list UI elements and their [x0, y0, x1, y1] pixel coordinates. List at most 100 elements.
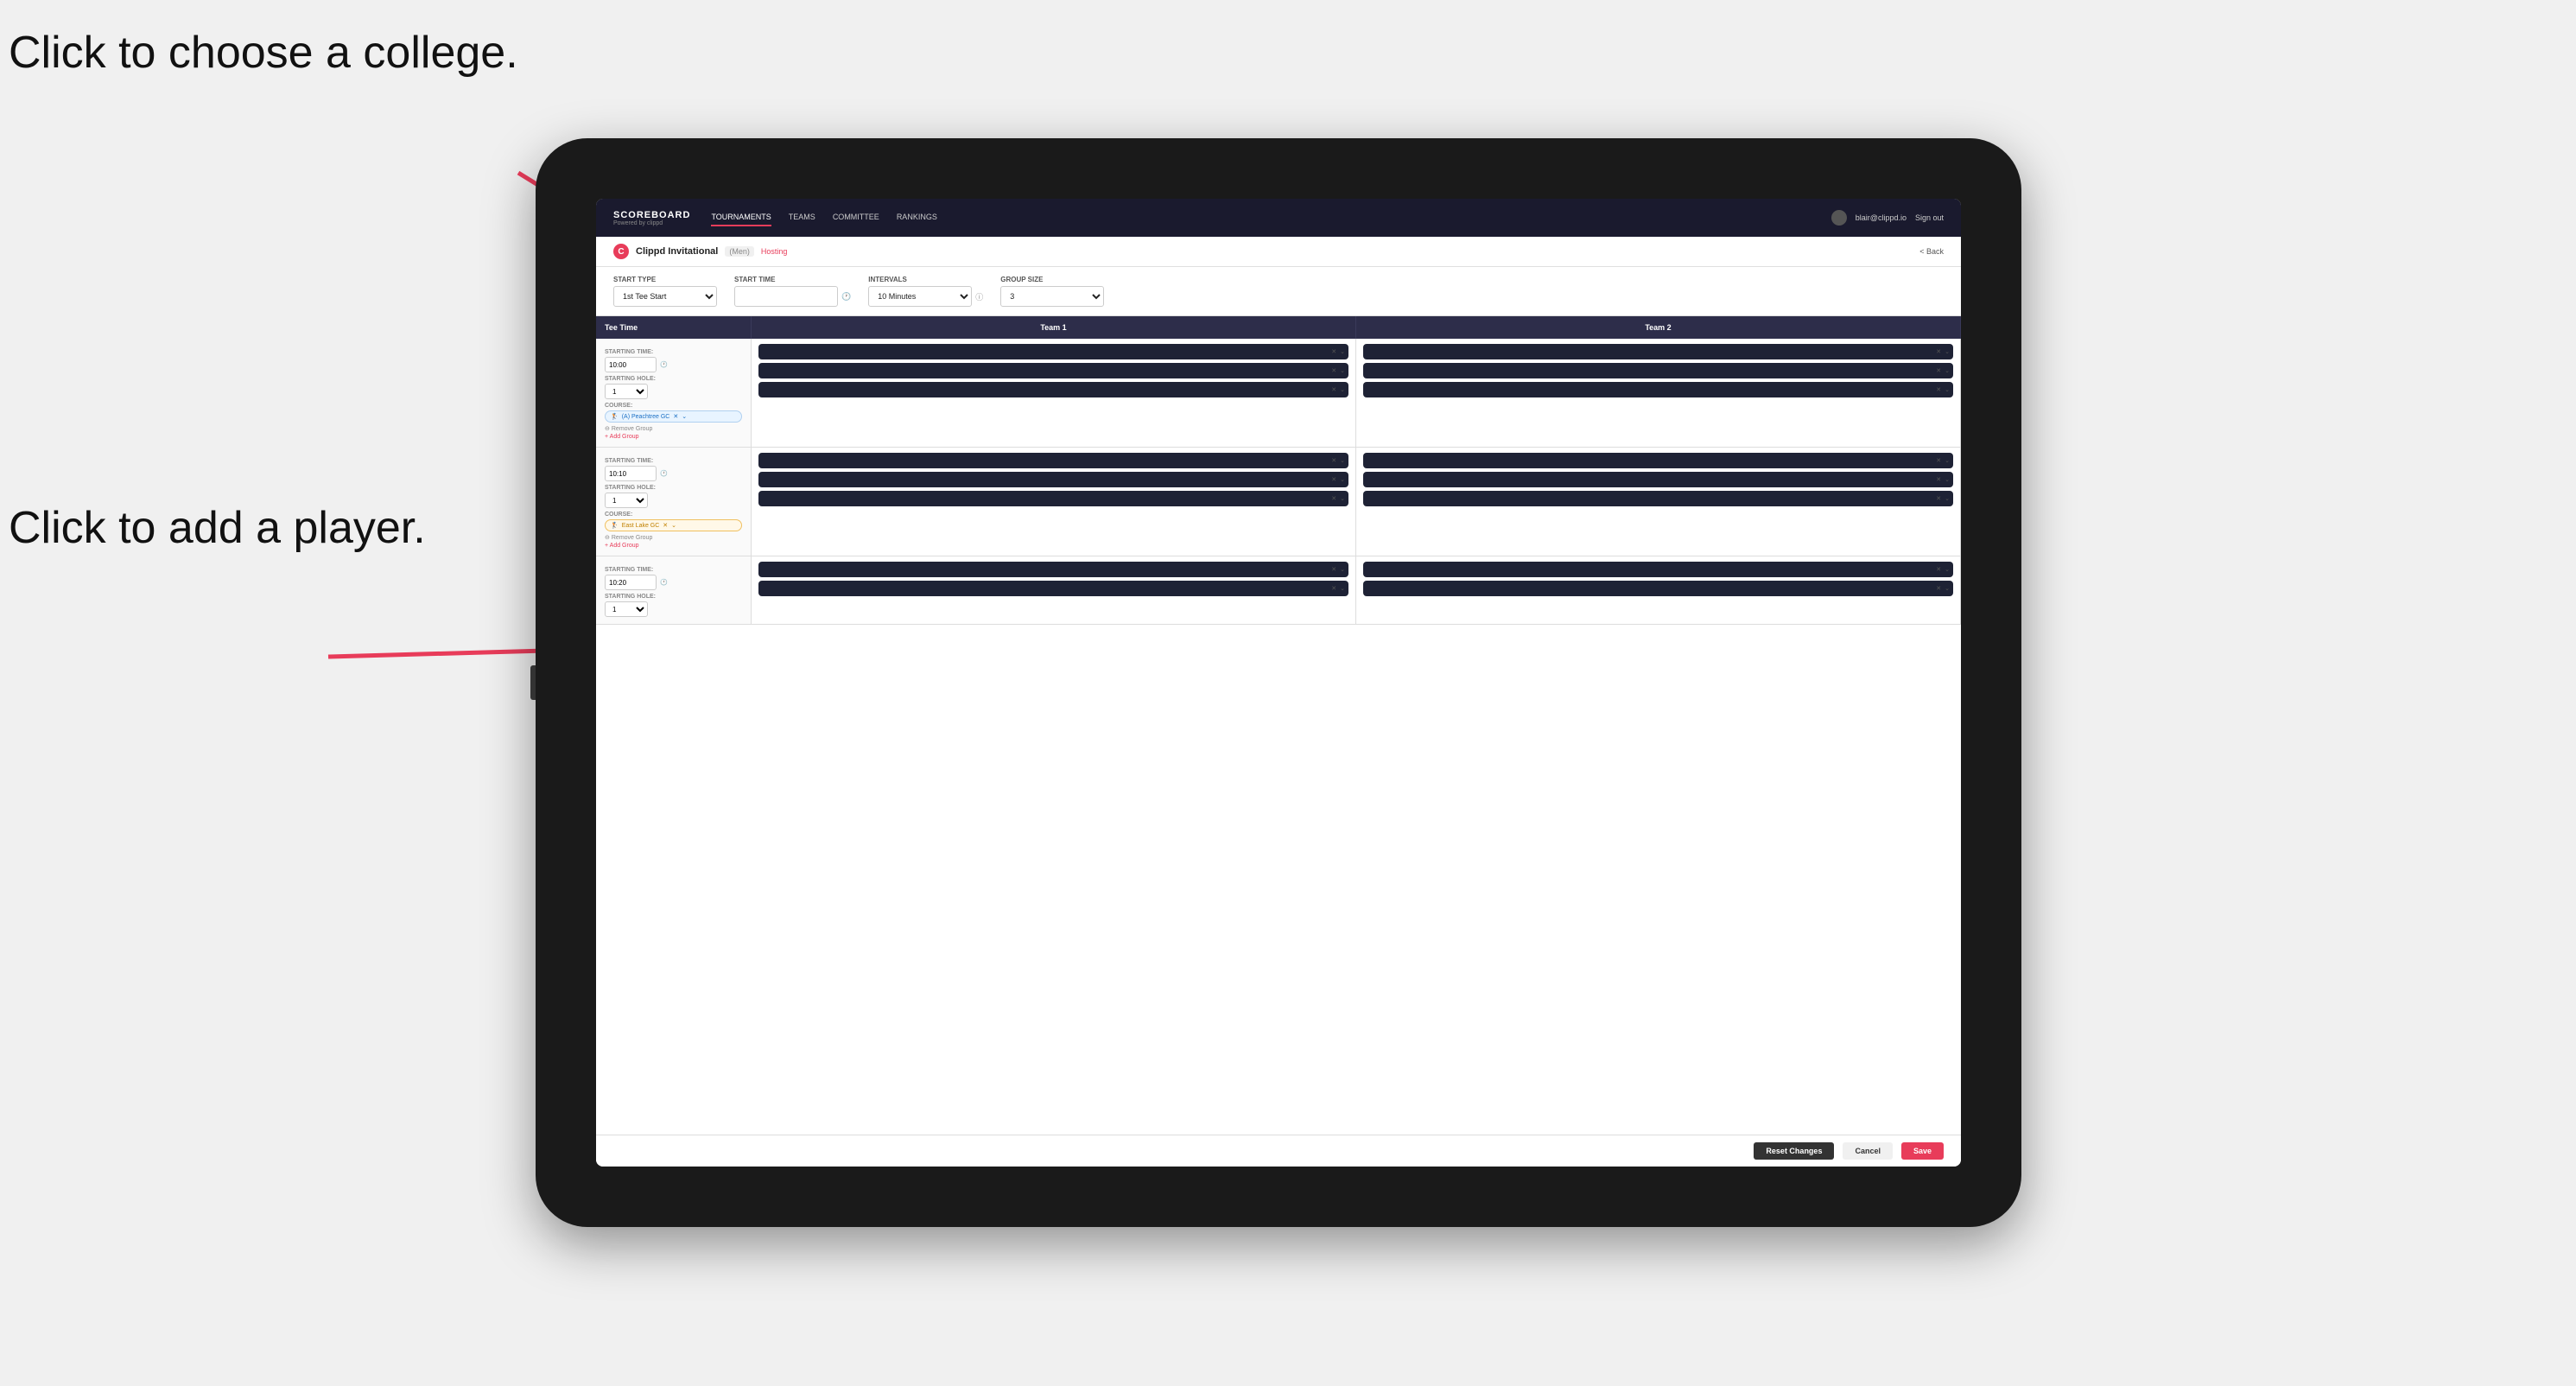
course-label-1: COURSE:: [605, 403, 742, 409]
player-slot-6-2[interactable]: ✕ ⌄: [1363, 581, 1953, 596]
x-icon-1-1[interactable]: ✕: [1331, 348, 1336, 355]
player-slot-4-1[interactable]: ✕ ⌄: [1363, 453, 1953, 468]
chevron-icon-2-2[interactable]: ⌄: [1945, 367, 1950, 374]
course-tag-remove-1[interactable]: ✕: [673, 413, 678, 420]
chevron-icon-3-2[interactable]: ⌄: [1340, 476, 1345, 483]
settings-row: Start Type 1st Tee Start Start Time 10:0…: [596, 267, 1961, 316]
chevron-icon-6-2[interactable]: ⌄: [1945, 585, 1950, 592]
player-slot-5-2[interactable]: ✕ ⌄: [758, 581, 1348, 596]
clippd-logo: C: [613, 244, 629, 259]
x-icon-6-1[interactable]: ✕: [1936, 566, 1941, 573]
start-type-select[interactable]: 1st Tee Start: [613, 286, 717, 307]
player-slot-3-1[interactable]: ✕ ⌄: [758, 453, 1348, 468]
chevron-icon-3-1[interactable]: ⌄: [1340, 457, 1345, 464]
player-slot-4-3[interactable]: ✕ ⌄: [1363, 491, 1953, 506]
course-area-2: 🏌 East Lake GC ✕ ⌄: [605, 519, 742, 531]
team1-cell-2: ✕ ⌄ ✕ ⌄ ✕ ⌄: [752, 448, 1356, 556]
x-icon-3-2[interactable]: ✕: [1331, 476, 1336, 483]
x-icon-1-3[interactable]: ✕: [1331, 386, 1336, 393]
chevron-icon-1-1[interactable]: ⌄: [1340, 348, 1345, 355]
course-tag-chevron-2[interactable]: ⌄: [671, 522, 676, 529]
sign-out-link[interactable]: Sign out: [1915, 213, 1944, 222]
player-slot-2-2[interactable]: ✕ ⌄: [1363, 363, 1953, 378]
time-input-3[interactable]: [605, 575, 657, 590]
th-team2: Team 2: [1356, 316, 1961, 339]
chevron-icon-4-3[interactable]: ⌄: [1945, 495, 1950, 502]
remove-group-btn-2[interactable]: ⊖Remove Group: [605, 534, 742, 541]
chevron-icon-6-1[interactable]: ⌄: [1945, 566, 1950, 573]
chevron-icon-5-2[interactable]: ⌄: [1340, 585, 1345, 592]
tee-left-2: STARTING TIME: 🕐 STARTING HOLE: 1 COURSE…: [596, 448, 752, 556]
nav-link-teams[interactable]: TEAMS: [789, 209, 815, 226]
nav-link-committee[interactable]: COMMITTEE: [833, 209, 879, 226]
player-slot-2-3[interactable]: ✕ ⌄: [1363, 382, 1953, 397]
player-slot-3-3[interactable]: ✕ ⌄: [758, 491, 1348, 506]
x-icon-4-3[interactable]: ✕: [1936, 495, 1941, 502]
course-tag-2[interactable]: 🏌 East Lake GC ✕ ⌄: [605, 519, 742, 531]
course-tag-remove-2[interactable]: ✕: [663, 522, 668, 529]
cancel-button[interactable]: Cancel: [1843, 1142, 1893, 1160]
course-tag-chevron-1[interactable]: ⌄: [682, 413, 687, 420]
x-icon-4-1[interactable]: ✕: [1936, 457, 1941, 464]
player-slot-6-1[interactable]: ✕ ⌄: [1363, 562, 1953, 577]
starting-time-label-1: STARTING TIME:: [605, 349, 742, 355]
x-icon-2-2[interactable]: ✕: [1936, 367, 1941, 374]
breadcrumb-left: C Clippd Invitational (Men) Hosting: [613, 244, 787, 259]
time-input-1[interactable]: [605, 357, 657, 372]
x-icon-3-1[interactable]: ✕: [1331, 457, 1336, 464]
starting-time-value-1: 🕐: [605, 357, 742, 372]
player-slot-1-2[interactable]: ✕ ⌄: [758, 363, 1348, 378]
chevron-icon-4-1[interactable]: ⌄: [1945, 457, 1950, 464]
back-button[interactable]: < Back: [1919, 247, 1944, 256]
player-slot-2-1[interactable]: ✕ ⌄: [1363, 344, 1953, 359]
x-icon-3-3[interactable]: ✕: [1331, 495, 1336, 502]
nav-link-tournaments[interactable]: TOURNAMENTS: [711, 209, 771, 226]
player-slot-4-2[interactable]: ✕ ⌄: [1363, 472, 1953, 487]
x-icon-1-2[interactable]: ✕: [1331, 367, 1336, 374]
add-group-btn-2[interactable]: + Add Group: [605, 543, 742, 549]
x-icon-2-3[interactable]: ✕: [1936, 386, 1941, 393]
tee-row-1: STARTING TIME: 🕐 STARTING HOLE: 1 COURSE…: [596, 339, 1961, 448]
x-icon-6-2[interactable]: ✕: [1936, 585, 1941, 592]
team1-cell-3: ✕ ⌄ ✕ ⌄: [752, 556, 1356, 624]
starting-time-value-2: 🕐: [605, 466, 742, 481]
chevron-icon-1-2[interactable]: ⌄: [1340, 367, 1345, 374]
chevron-icon-4-2[interactable]: ⌄: [1945, 476, 1950, 483]
reset-button[interactable]: Reset Changes: [1754, 1142, 1834, 1160]
time-input-2[interactable]: [605, 466, 657, 481]
add-group-btn-1[interactable]: + Add Group: [605, 434, 742, 440]
x-icon-4-2[interactable]: ✕: [1936, 476, 1941, 483]
starting-hole-label-3: STARTING HOLE:: [605, 594, 742, 600]
table-header: Tee Time Team 1 Team 2: [596, 316, 1961, 339]
starting-hole-value-2: 1: [605, 493, 742, 508]
time-icon-1: 🕐: [660, 361, 668, 368]
chevron-icon-1-3[interactable]: ⌄: [1340, 386, 1345, 393]
chevron-icon-3-3[interactable]: ⌄: [1340, 495, 1345, 502]
player-slot-5-1[interactable]: ✕ ⌄: [758, 562, 1348, 577]
chevron-icon-5-1[interactable]: ⌄: [1340, 566, 1345, 573]
chevron-icon-2-1[interactable]: ⌄: [1945, 348, 1950, 355]
player-slot-1-1[interactable]: ✕ ⌄: [758, 344, 1348, 359]
x-icon-2-1[interactable]: ✕: [1936, 348, 1941, 355]
hole-select-3[interactable]: 1: [605, 601, 648, 617]
side-button: [530, 665, 536, 700]
start-time-input[interactable]: 10:00: [734, 286, 838, 307]
team2-cell-2: ✕ ⌄ ✕ ⌄ ✕ ⌄: [1356, 448, 1961, 556]
nav-link-rankings[interactable]: RANKINGS: [897, 209, 937, 226]
remove-group-btn-1[interactable]: ⊖Remove Group: [605, 425, 742, 432]
player-slot-3-2[interactable]: ✕ ⌄: [758, 472, 1348, 487]
annotation-college: Click to choose a college.: [9, 26, 518, 79]
clock-icon: 🕐: [841, 292, 851, 302]
intervals-select[interactable]: 10 Minutes: [868, 286, 972, 307]
hole-select-2[interactable]: 1: [605, 493, 648, 508]
course-tag-1[interactable]: 🏌 (A) Peachtree GC ✕ ⌄: [605, 410, 742, 423]
x-icon-5-1[interactable]: ✕: [1331, 566, 1336, 573]
save-button[interactable]: Save: [1901, 1142, 1944, 1160]
player-slot-1-3[interactable]: ✕ ⌄: [758, 382, 1348, 397]
starting-time-label-2: STARTING TIME:: [605, 458, 742, 464]
x-icon-5-2[interactable]: ✕: [1331, 585, 1336, 592]
hole-select-1[interactable]: 1: [605, 384, 648, 399]
chevron-icon-2-3[interactable]: ⌄: [1945, 386, 1950, 393]
team2-cell-3: ✕ ⌄ ✕ ⌄: [1356, 556, 1961, 624]
group-size-select[interactable]: 3: [1000, 286, 1104, 307]
